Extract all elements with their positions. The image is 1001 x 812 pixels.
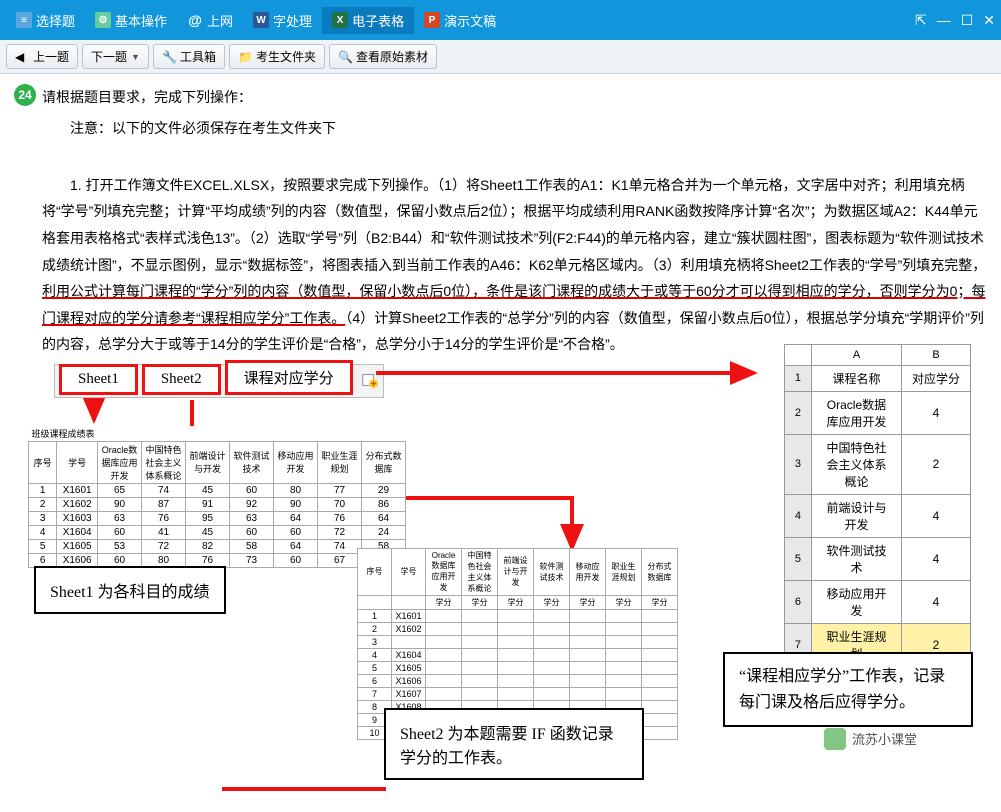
arrow-left-icon: ◀ <box>15 50 29 64</box>
tab-word[interactable]: W字处理 <box>243 7 322 34</box>
table-row: 6移动应用开发4 <box>784 580 970 623</box>
table-row: 1X160165744560807729 <box>29 483 406 497</box>
tab-excel[interactable]: X电子表格 <box>322 7 414 34</box>
ppt-icon: P <box>424 12 440 28</box>
watermark-icon <box>824 728 846 750</box>
excel-icon: X <box>332 12 348 28</box>
table-row: 3X160363769563647664 <box>29 511 406 525</box>
at-icon: @ <box>187 12 203 28</box>
red-underline <box>222 787 386 791</box>
doc-icon: ≡ <box>16 12 32 28</box>
arrow-1 <box>74 398 114 428</box>
toolbar: ◀上一题 下一题▼ 🔧工具箱 📁考生文件夹 🔍查看原始素材 <box>0 40 1001 74</box>
table-row: 3中国特色社会主义体系概论2 <box>784 434 970 494</box>
table-row: 3 <box>358 635 678 648</box>
sheet-tab-strip: Sheet1 Sheet2 课程对应学分 <box>54 364 384 398</box>
sheet1-preview-table: 班级课程成绩表 序号学号Oracle数据库应用开发中国特色社会主义体系概论前端设… <box>28 426 406 568</box>
watermark: 流苏小课堂 <box>824 728 917 750</box>
question-number: 24 <box>14 84 36 106</box>
title-bar: ≡选择题 ⚙基本操作 @上网 W字处理 X电子表格 P演示文稿 ⇱ — ☐ ✕ <box>0 0 1001 40</box>
table-row: 2X160290879192907086 <box>29 497 406 511</box>
instruction-line-1: 请根据题目要求，完成下列操作： <box>42 84 987 111</box>
annotation-credits: “课程相应学分”工作表，记录每门课及格后应得学分。 <box>723 652 973 727</box>
window-buttons: ⇱ — ☐ ✕ <box>915 12 995 29</box>
illustration-area: Sheet1 Sheet2 课程对应学分 班级课程成绩表 序号学号Oracle数… <box>14 362 987 802</box>
material-button[interactable]: 🔍查看原始素材 <box>329 44 437 69</box>
arrow-3 <box>374 358 774 388</box>
chevron-down-icon: ▼ <box>131 52 140 62</box>
sheet-tab-1[interactable]: Sheet1 <box>59 364 138 395</box>
table-row: 5软件测试技术4 <box>784 537 970 580</box>
search-icon: 🔍 <box>338 50 352 64</box>
annotation-sheet2: Sheet2 为本题需要 IF 函数记录学分的工作表。 <box>384 708 644 780</box>
table-row: 5X1605 <box>358 661 678 674</box>
gear-icon: ⚙ <box>95 12 111 28</box>
wrench-icon: 🔧 <box>162 50 176 64</box>
table-row: 4X1604 <box>358 648 678 661</box>
sheet-tab-2[interactable]: Sheet2 <box>142 364 221 395</box>
table-row: 5X160553728258647458 <box>29 539 406 553</box>
minimize-button[interactable]: — <box>937 12 951 28</box>
table-row: 1X1601 <box>358 609 678 622</box>
table-row: 2X1602 <box>358 622 678 635</box>
tab-web[interactable]: @上网 <box>177 7 243 34</box>
table-row: 学分学分学分学分学分学分学分 <box>358 595 678 609</box>
word-icon: W <box>253 12 269 28</box>
maximize-button[interactable]: ☐ <box>961 12 974 29</box>
table-row: 1课程名称对应学分 <box>784 365 970 391</box>
tab-choice[interactable]: ≡选择题 <box>6 7 85 34</box>
tab-ppt[interactable]: P演示文稿 <box>414 7 506 34</box>
close-button[interactable]: ✕ <box>983 12 995 29</box>
new-sheet-icon[interactable] <box>361 371 379 389</box>
question-paragraph: 1. 打开工作簿文件EXCEL.XLSX，按照要求完成下列操作。（1）将Shee… <box>42 172 987 358</box>
table-row: 2Oracle数据库应用开发4 <box>784 391 970 434</box>
table-row: 序号学号Oracle数据库应用开发中国特色社会主义体系概论前端设计与开发软件测试… <box>358 548 678 595</box>
annotation-sheet1: Sheet1 为各科目的成绩 <box>34 566 226 614</box>
table-row: 7X1607 <box>358 687 678 700</box>
table-row: 4前端设计与开发4 <box>784 494 970 537</box>
table-row: 4X160460414560607224 <box>29 525 406 539</box>
pin-button[interactable]: ⇱ <box>915 12 927 29</box>
table-row: AB <box>784 344 970 365</box>
content-area: 24 请根据题目要求，完成下列操作： 注意：以下的文件必须保存在考生文件夹下 1… <box>0 74 1001 812</box>
tab-basic[interactable]: ⚙基本操作 <box>85 7 177 34</box>
sheet-tab-3[interactable]: 课程对应学分 <box>225 360 353 395</box>
table-row: 6X1606 <box>358 674 678 687</box>
folder-icon: 📁 <box>238 50 252 64</box>
instruction-line-2: 注意：以下的文件必须保存在考生文件夹下 <box>42 115 987 142</box>
next-button[interactable]: 下一题▼ <box>82 44 149 69</box>
folder-button[interactable]: 📁考生文件夹 <box>229 44 325 69</box>
table-row: 序号学号Oracle数据库应用开发中国特色社会主义体系概论前端设计与开发软件测试… <box>29 441 406 483</box>
prev-button[interactable]: ◀上一题 <box>6 44 78 69</box>
tools-button[interactable]: 🔧工具箱 <box>153 44 225 69</box>
